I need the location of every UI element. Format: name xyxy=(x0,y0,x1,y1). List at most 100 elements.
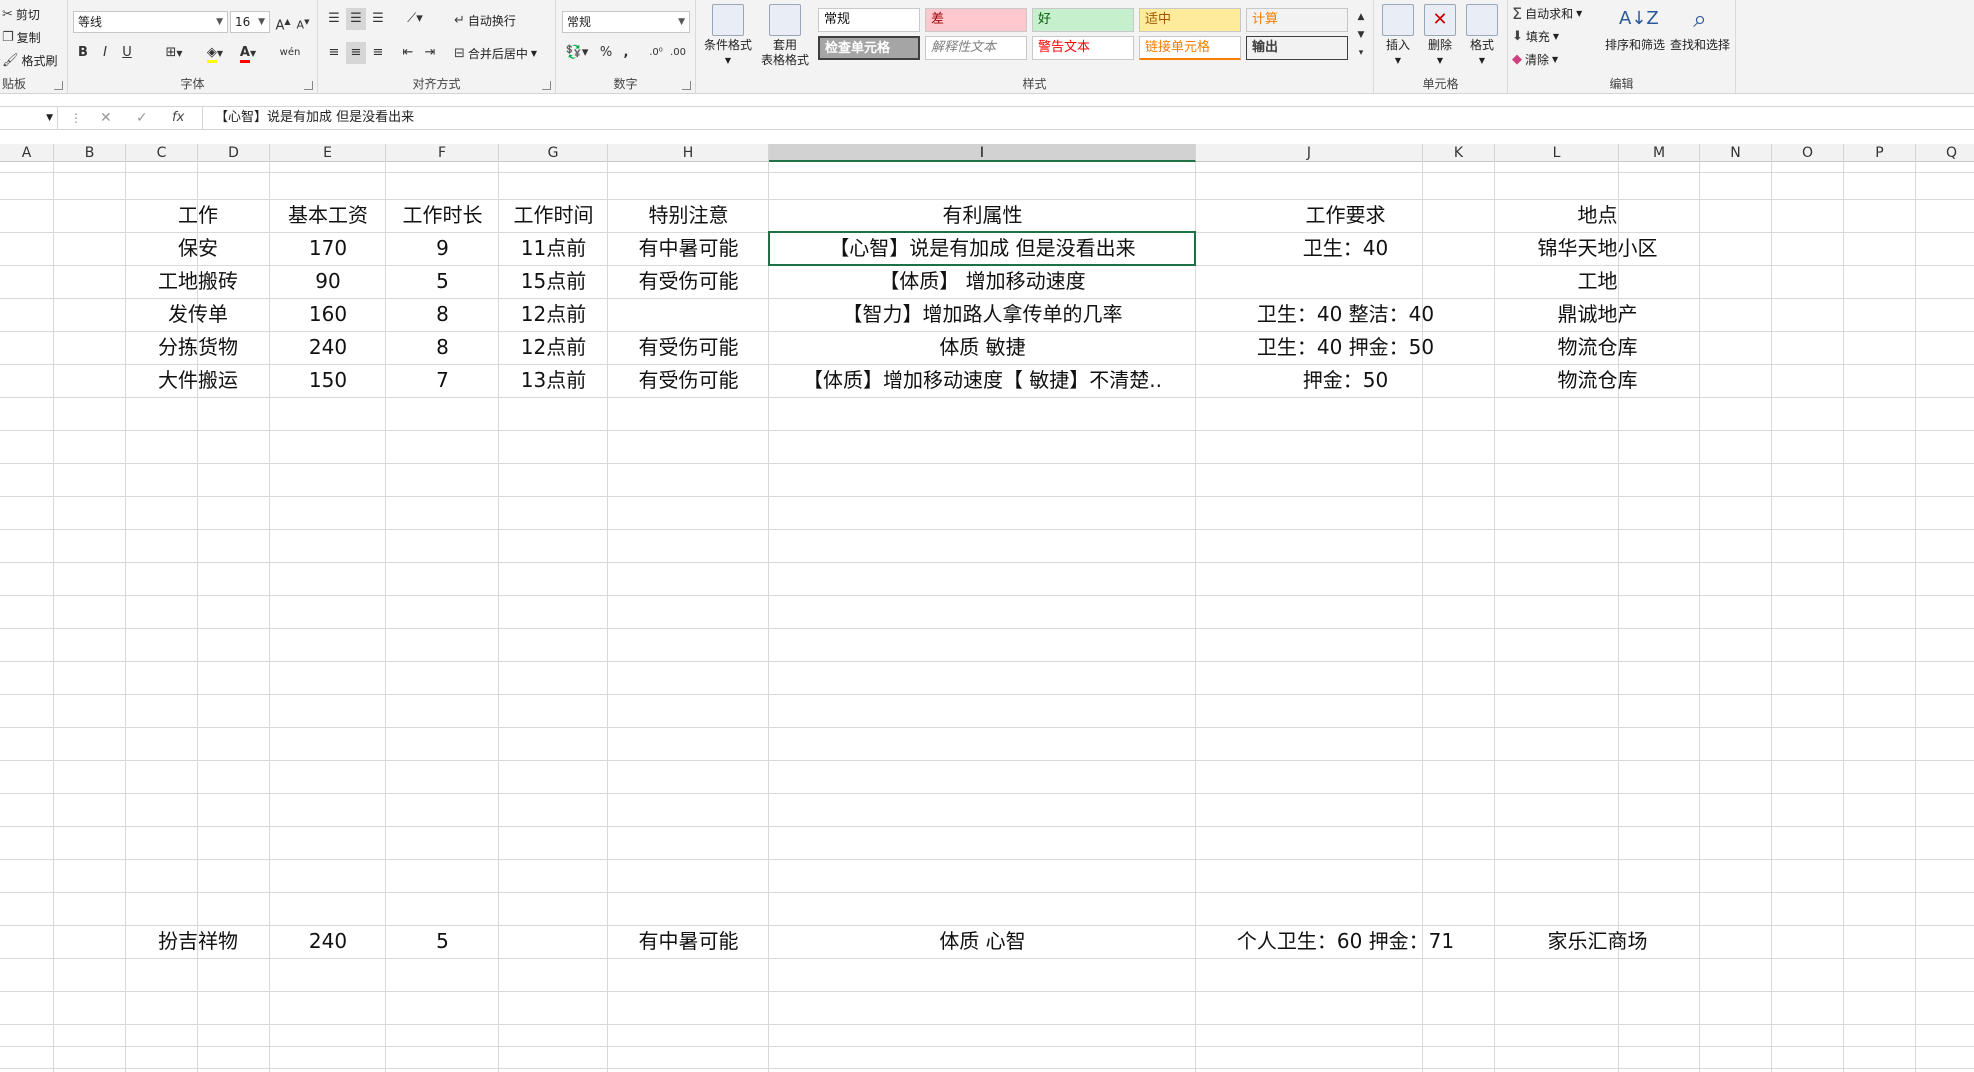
sort-filter-button[interactable]: A↓Z 排序和筛选 xyxy=(1604,4,1666,53)
cell-job[interactable]: 分拣货物 xyxy=(126,331,270,364)
cell-note[interactable]: 有中暑可能 xyxy=(608,925,769,958)
decrease-decimal-icon[interactable]: .00 xyxy=(668,42,688,64)
font-size-select[interactable]: 16 ▼ xyxy=(230,11,270,33)
font-color-button[interactable]: A▼ xyxy=(234,42,262,64)
column-header-O[interactable]: O xyxy=(1772,144,1844,162)
cell-attr[interactable]: 体质 心智 xyxy=(769,925,1196,958)
column-header-E[interactable]: E xyxy=(270,144,386,162)
cut-button[interactable]: ✂ 剪切 xyxy=(2,4,40,24)
cell-note[interactable]: 有中暑可能 xyxy=(608,232,769,265)
formula-input[interactable]: 【心智】说是有加成 但是没看出来 xyxy=(202,107,1974,129)
copy-button[interactable]: ❐ 复制 xyxy=(2,27,41,47)
cell-salary[interactable]: 240 xyxy=(270,331,386,364)
align-center-icon[interactable]: ≡ xyxy=(346,42,366,64)
italic-button[interactable]: I xyxy=(96,42,114,64)
cell-time[interactable]: 11点前 xyxy=(499,232,608,265)
cell-note[interactable]: 有受伤可能 xyxy=(608,265,769,298)
cell-hours[interactable]: 5 xyxy=(386,265,499,298)
font-family-select[interactable]: 等线 ▼ xyxy=(73,11,228,33)
column-header-J[interactable]: J xyxy=(1196,144,1423,162)
cell-time[interactable]: 12点前 xyxy=(499,298,608,331)
column-header-G[interactable]: G xyxy=(499,144,608,162)
column-header-F[interactable]: F xyxy=(386,144,499,162)
cell-hours[interactable]: 9 xyxy=(386,232,499,265)
comma-button[interactable]: , xyxy=(618,42,634,64)
header-time[interactable]: 工作时间 xyxy=(499,199,608,232)
align-bottom-icon[interactable]: ☰ xyxy=(368,8,388,30)
cell-req[interactable]: 卫生：40 整洁：40 xyxy=(1196,298,1495,331)
cell-place[interactable]: 工地 xyxy=(1495,265,1700,298)
cell-place[interactable]: 鼎诚地产 xyxy=(1495,298,1700,331)
cell-style-7[interactable]: 警告文本 xyxy=(1032,36,1134,60)
cell-attr[interactable]: 【体质】 增加移动速度 xyxy=(769,265,1196,298)
cell-hours[interactable]: 8 xyxy=(386,298,499,331)
currency-icon[interactable]: 💱▾ xyxy=(562,42,592,64)
number-launcher-icon[interactable] xyxy=(682,81,691,90)
wrap-text-button[interactable]: ↵ 自动换行 xyxy=(454,10,516,30)
gallery-scroll-icon[interactable]: ▲ ▼ ▾ xyxy=(1354,8,1368,58)
orientation-icon[interactable]: ⟋▾ xyxy=(400,8,430,30)
cell-style-1[interactable]: 差 xyxy=(925,8,1027,32)
column-header-Q[interactable]: Q xyxy=(1916,144,1974,162)
cell-job[interactable]: 大件搬运 xyxy=(126,364,270,397)
cell-time[interactable] xyxy=(499,925,608,958)
cell-style-6[interactable]: 解释性文本 xyxy=(925,36,1027,60)
insert-button[interactable]: 插入 ▼ xyxy=(1378,4,1418,68)
shrink-font-button[interactable]: A▼ xyxy=(294,11,312,33)
column-header-C[interactable]: C xyxy=(126,144,198,162)
underline-button[interactable]: U xyxy=(118,42,136,64)
autosum-button[interactable]: Σ 自动求和 ▼ xyxy=(1512,3,1582,23)
cell-salary[interactable]: 240 xyxy=(270,925,386,958)
cell-hours[interactable]: 5 xyxy=(386,925,499,958)
column-header-B[interactable]: B xyxy=(54,144,126,162)
merge-center-button[interactable]: ⊟ 合并后居中 ▼ xyxy=(454,43,537,63)
format-button[interactable]: 格式 ▼ xyxy=(1462,4,1502,68)
align-left-icon[interactable]: ≡ xyxy=(324,42,344,64)
number-format-select[interactable]: 常规 ▼ xyxy=(562,11,690,33)
fill-button[interactable]: ⬇ 填充 ▼ xyxy=(1512,26,1559,46)
cancel-icon[interactable]: ✕ xyxy=(100,107,112,129)
cell-job[interactable]: 扮吉祥物 xyxy=(126,925,270,958)
increase-decimal-icon[interactable]: .0⁰ xyxy=(646,42,666,64)
cell-attr[interactable]: 【智力】增加路人拿传单的几率 xyxy=(769,298,1196,331)
cell-note[interactable] xyxy=(608,298,769,331)
column-header-A[interactable]: A xyxy=(0,144,54,162)
formula-bar-splitter[interactable]: ⋮ xyxy=(70,107,82,129)
header-hours[interactable]: 工作时长 xyxy=(386,199,499,232)
header-attr[interactable]: 有利属性 xyxy=(769,199,1196,232)
cell-attr[interactable]: 【体质】增加移动速度【 敏捷】不清楚.. xyxy=(769,364,1196,397)
worksheet-grid[interactable]: 工作 基本工资 工作时长 工作时间 特别注意 有利属性 工作要求 地点 保安 170 9 11点前 有中… xyxy=(0,162,1974,1072)
format-as-table-button[interactable]: 套用 表格格式 xyxy=(756,4,814,68)
header-note[interactable]: 特别注意 xyxy=(608,199,769,232)
phonetic-button[interactable]: wén xyxy=(274,42,306,64)
cell-note[interactable]: 有受伤可能 xyxy=(608,331,769,364)
header-req[interactable]: 工作要求 xyxy=(1196,199,1495,232)
border-button[interactable]: ⊞▼ xyxy=(160,42,188,64)
increase-indent-icon[interactable]: ⇥ xyxy=(420,42,440,64)
cell-time[interactable]: 12点前 xyxy=(499,331,608,364)
conditional-format-button[interactable]: 条件格式 ▼ xyxy=(702,4,754,68)
cell-salary[interactable]: 150 xyxy=(270,364,386,397)
cell-req[interactable]: 卫生：40 xyxy=(1196,232,1495,265)
header-job[interactable]: 工作 xyxy=(126,199,270,232)
cell-style-4[interactable]: 计算 xyxy=(1246,8,1348,32)
cell-job[interactable]: 工地搬砖 xyxy=(126,265,270,298)
column-header-I[interactable]: I xyxy=(769,144,1196,162)
cell-salary[interactable]: 160 xyxy=(270,298,386,331)
column-header-M[interactable]: M xyxy=(1619,144,1700,162)
header-salary[interactable]: 基本工资 xyxy=(270,199,386,232)
cell-req[interactable] xyxy=(1196,265,1495,298)
format-painter-button[interactable]: 🖌 格式刷 xyxy=(2,50,58,70)
align-right-icon[interactable]: ≡ xyxy=(368,42,388,64)
delete-button[interactable]: ✕ 删除 ▼ xyxy=(1420,4,1460,68)
clipboard-launcher-icon[interactable] xyxy=(54,81,63,90)
decrease-indent-icon[interactable]: ⇤ xyxy=(398,42,418,64)
find-select-button[interactable]: ⌕ 查找和选择 xyxy=(1668,4,1732,53)
cell-req[interactable]: 个人卫生：60 押金：71 xyxy=(1196,925,1495,958)
cell-time[interactable]: 15点前 xyxy=(499,265,608,298)
header-place[interactable]: 地点 xyxy=(1495,199,1700,232)
column-header-D[interactable]: D xyxy=(198,144,270,162)
percent-button[interactable]: % xyxy=(596,42,616,64)
cell-time[interactable]: 13点前 xyxy=(499,364,608,397)
column-header-H[interactable]: H xyxy=(608,144,769,162)
